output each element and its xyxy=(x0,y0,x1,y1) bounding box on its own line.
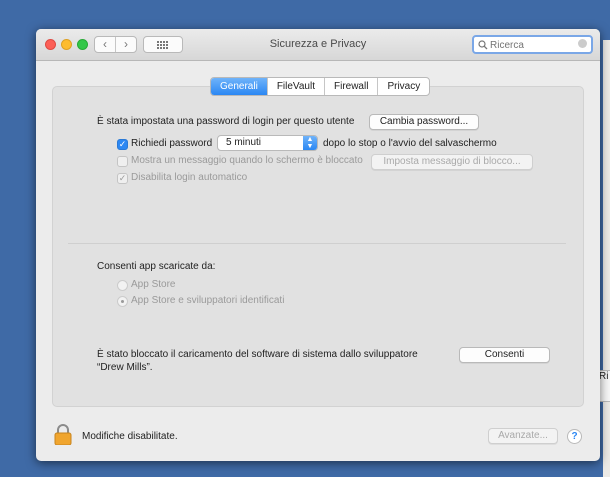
search-icon xyxy=(478,40,488,50)
lock-status-text: Modifiche disabilitate. xyxy=(82,431,178,442)
set-lock-message-button[interactable]: Imposta messaggio di blocco... xyxy=(371,154,533,170)
tab-filevault[interactable]: FileVault xyxy=(268,78,325,95)
show-message-checkbox[interactable] xyxy=(117,156,128,167)
background-window-fragment: Ri xyxy=(599,370,610,402)
navigation-buttons: ‹ › xyxy=(94,36,137,53)
allow-button[interactable]: Consenti xyxy=(459,347,550,363)
minimize-button[interactable] xyxy=(61,39,72,50)
search-input[interactable] xyxy=(490,38,568,52)
updown-chevron-icon: ▲ ▼ xyxy=(303,136,317,150)
show-all-button[interactable] xyxy=(143,36,183,53)
forward-icon[interactable]: › xyxy=(116,37,136,52)
disable-auto-login-label: Disabilita login automatico xyxy=(131,172,248,183)
radio-app-store-identified[interactable] xyxy=(117,296,128,307)
radio-app-store[interactable] xyxy=(117,280,128,291)
blocked-software-text: È stato bloccato il caricamento del soft… xyxy=(97,349,418,360)
help-button[interactable]: ? xyxy=(567,429,582,444)
lock-icon[interactable] xyxy=(54,424,72,445)
require-password-label: Richiedi password xyxy=(131,138,213,149)
clear-search-icon[interactable] xyxy=(578,39,587,48)
password-delay-value: 5 minuti xyxy=(226,137,262,148)
require-password-suffix: dopo lo stop o l'avvio del salvaschermo xyxy=(323,138,497,149)
back-icon[interactable]: ‹ xyxy=(95,37,116,52)
grid-icon xyxy=(157,41,168,49)
tab-privacy[interactable]: Privacy xyxy=(378,78,429,95)
background-window-edge xyxy=(603,40,610,477)
password-delay-select[interactable]: 5 minuti ▲ ▼ xyxy=(217,135,318,151)
divider xyxy=(68,243,566,244)
window-title: Sicurezza e Privacy xyxy=(269,38,367,50)
tab-bar: Generali FileVault Firewall Privacy xyxy=(210,77,431,96)
title-bar: ‹ › Sicurezza e Privacy xyxy=(36,29,600,61)
zoom-button[interactable] xyxy=(77,39,88,50)
allow-apps-heading: Consenti app scaricate da: xyxy=(97,261,216,272)
search-field[interactable] xyxy=(472,35,593,54)
tab-firewall[interactable]: Firewall xyxy=(325,78,379,95)
disable-auto-login-checkbox[interactable]: ✓ xyxy=(117,173,128,184)
advanced-button[interactable]: Avanzate... xyxy=(488,428,558,444)
tab-generali[interactable]: Generali xyxy=(211,78,268,95)
password-set-text: È stata impostata una password di login … xyxy=(97,116,355,127)
preferences-window: ‹ › Sicurezza e Privacy Generali FileVa xyxy=(36,29,600,461)
radio-app-store-identified-label: App Store e sviluppatori identificati xyxy=(131,295,285,306)
background-window-fragment-text: Ri xyxy=(599,371,609,382)
blocked-developer-text: “Drew Mills”. xyxy=(97,362,153,373)
radio-app-store-label: App Store xyxy=(131,279,176,290)
require-password-checkbox[interactable]: ✓ xyxy=(117,139,128,150)
close-button[interactable] xyxy=(45,39,56,50)
change-password-button[interactable]: Cambia password... xyxy=(369,114,479,130)
show-message-label: Mostra un messaggio quando lo schermo è … xyxy=(131,155,363,166)
